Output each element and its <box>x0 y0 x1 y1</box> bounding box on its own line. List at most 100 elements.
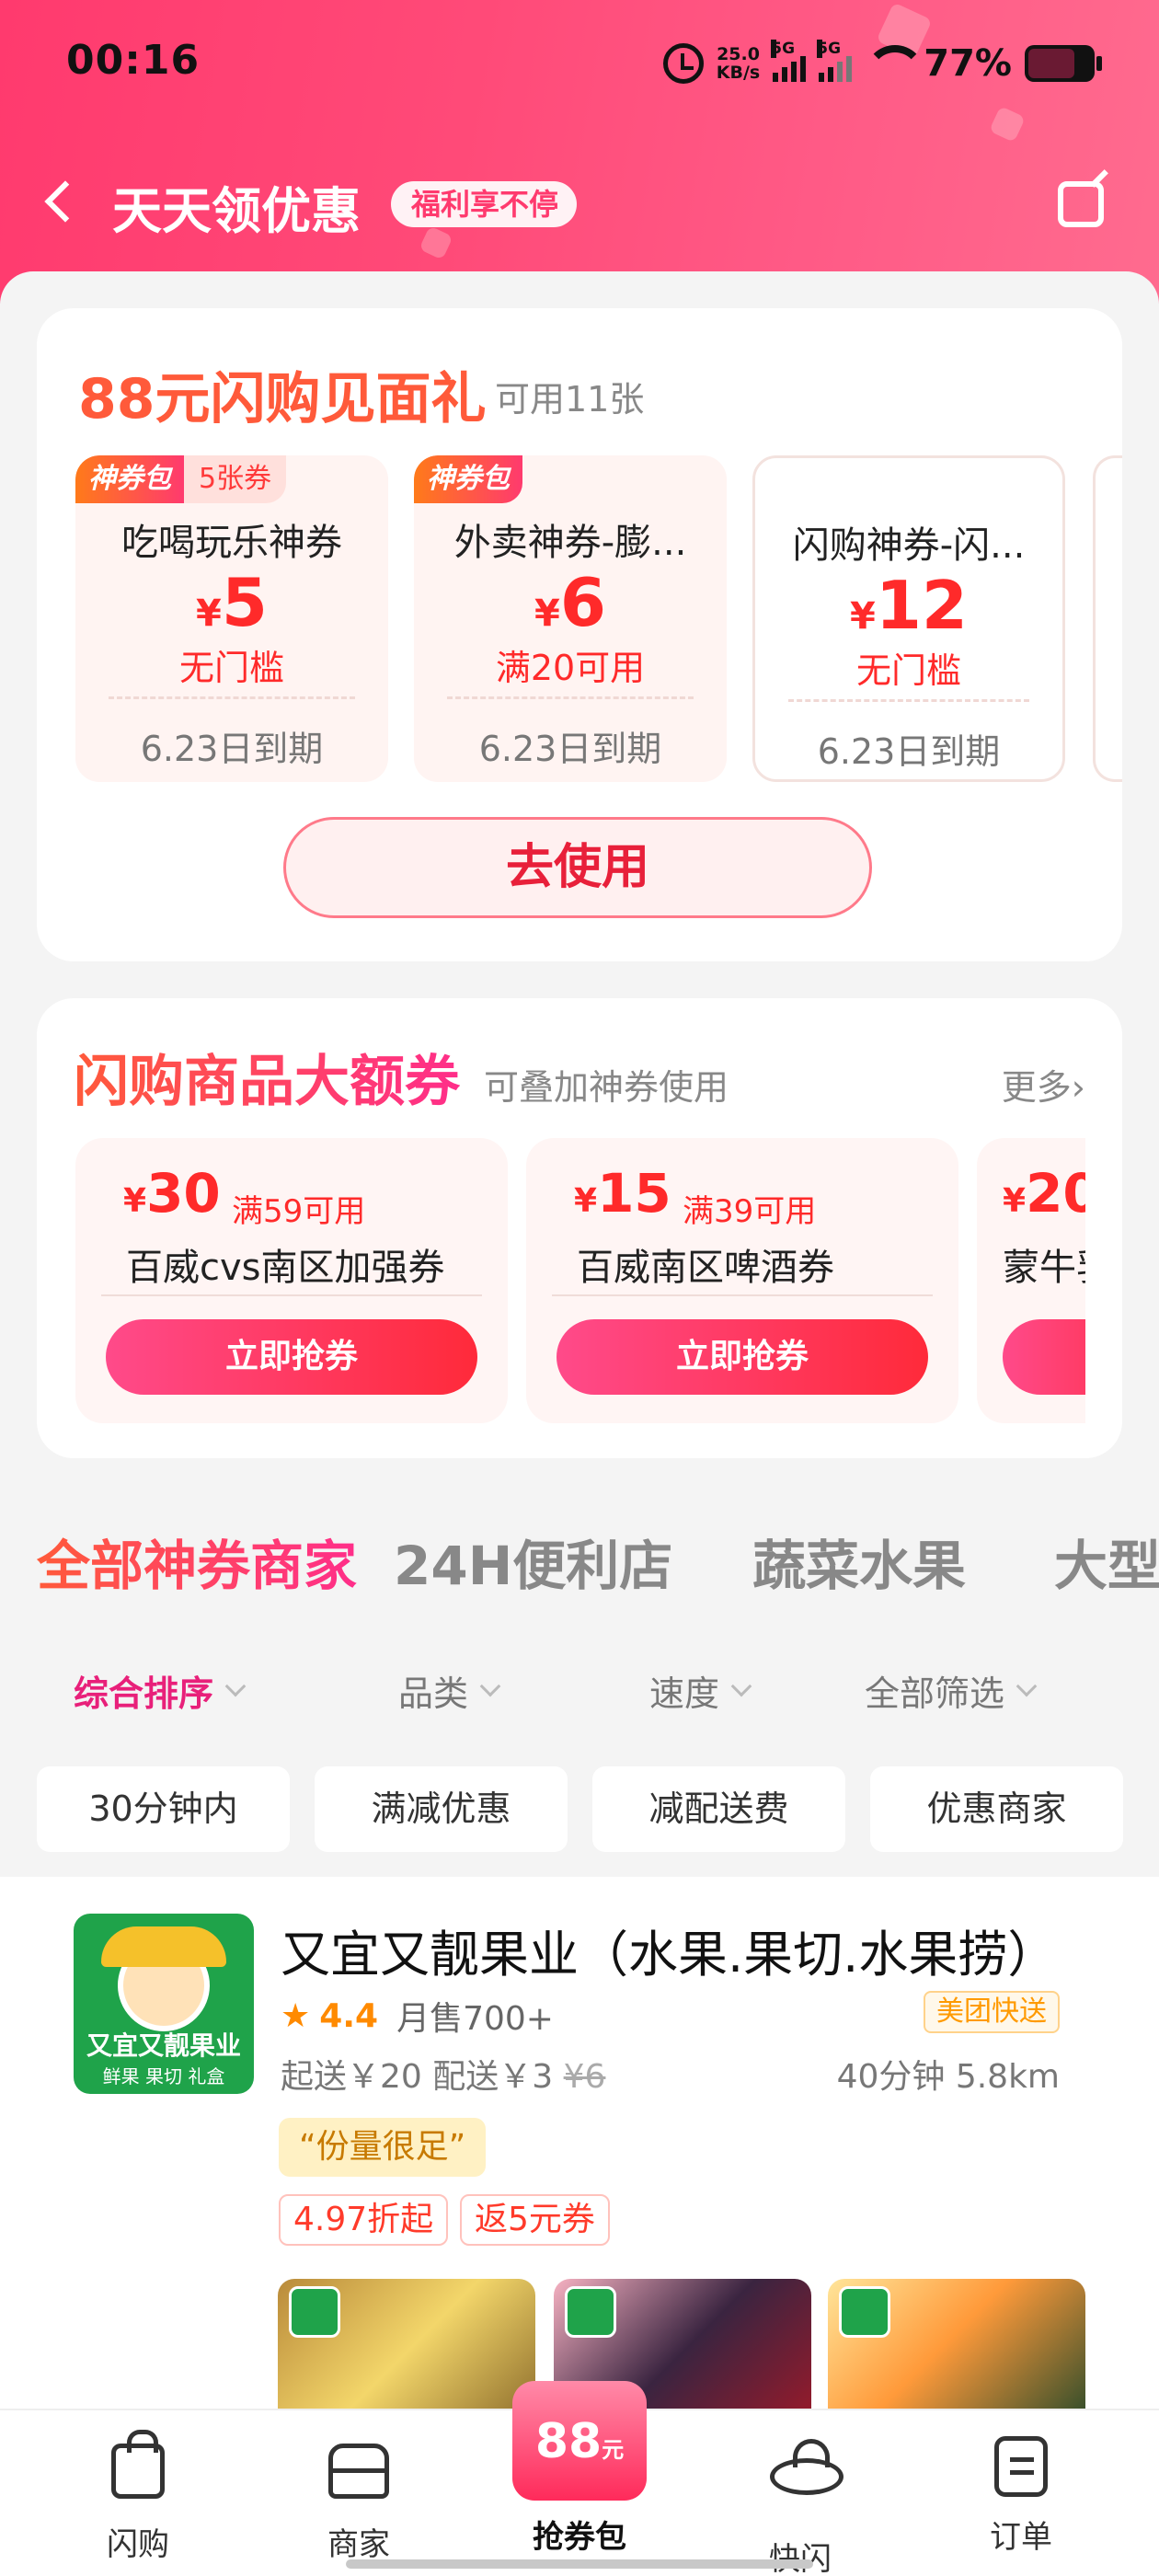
big-coupons-subtitle: 可叠加神券使用 <box>484 1067 729 1108</box>
status-time: 00:16 <box>66 37 201 84</box>
header-banner: 00:16 25.0 KB/s 5G 5G 77% 天天领优惠 福利享不停 <box>0 0 1159 304</box>
coupon-card-partial[interactable] <box>1093 455 1122 782</box>
chevron-down-icon <box>730 1675 752 1696</box>
min-order: 起送￥20 <box>281 2058 422 2096</box>
coupon-expiry: 6.23日到期 <box>817 731 1001 772</box>
battery-icon <box>1025 45 1102 82</box>
grab-coupon-button[interactable] <box>1003 1319 1085 1395</box>
signal-icon: 5G <box>771 40 807 82</box>
grab-coupon-button[interactable]: 立即抢券 <box>557 1319 928 1395</box>
currency-symbol: ¥ <box>534 592 560 635</box>
chip-30-min[interactable]: 30分钟内 <box>37 1766 290 1852</box>
chevron-down-icon <box>1016 1675 1038 1696</box>
review-quote: “份量很足” <box>279 2118 487 2177</box>
product-coupon-amount-value: 15 <box>597 1162 671 1225</box>
coupon-amount-value: 6 <box>559 564 606 641</box>
welcome-gift-card: 88元闪购见面礼 可用11张 神券包 5张券 吃喝玩乐神券 ¥5 无门槛 6.2… <box>37 308 1122 961</box>
sort-default[interactable]: 综合排序 <box>74 1665 247 1716</box>
chevron-down-icon <box>479 1675 501 1696</box>
grab-coupon-button[interactable]: 立即抢券 <box>106 1319 477 1395</box>
more-link[interactable]: 更多› <box>1002 1059 1085 1110</box>
product-coupon-name: 百威cvs南区加强券 <box>126 1247 445 1289</box>
divider <box>101 1294 482 1296</box>
tab-large[interactable]: 大型 <box>1054 1523 1159 1600</box>
tab-all-merchants[interactable]: 全部神券商家 <box>37 1523 357 1600</box>
page-title: 天天领优惠 <box>112 182 361 240</box>
net-speed-unit: KB/s <box>716 63 761 83</box>
order-list-icon <box>994 2436 1048 2497</box>
coupon-amount: ¥5 <box>75 564 388 641</box>
product-coupon-name: 蒙牛乳 <box>1003 1247 1085 1289</box>
nav-label: 订单 <box>990 2519 1052 2556</box>
network-speed: 25.0 KB/s <box>717 45 760 82</box>
share-icon[interactable] <box>1058 181 1104 227</box>
decor-sparkle <box>989 106 1026 143</box>
coupon-card[interactable]: 神券包 5张券 吃喝玩乐神券 ¥5 无门槛 6.23日到期 <box>75 455 388 782</box>
shopping-bag-icon <box>111 2430 165 2499</box>
back-icon[interactable] <box>44 180 86 223</box>
divider <box>788 699 1029 702</box>
chip-reduced-delivery[interactable]: 减配送费 <box>592 1766 845 1852</box>
currency-symbol: ¥ <box>849 595 876 638</box>
nav-merchants[interactable]: 商家 <box>285 2436 432 2564</box>
product-thumbnail[interactable] <box>278 2279 535 2426</box>
merchant-mini-logo <box>839 2286 890 2338</box>
nav-flash-purchase[interactable]: 闪购 <box>64 2430 212 2564</box>
coupon-badge-count: 5张券 <box>184 455 287 503</box>
network-type-label: 5G <box>817 40 842 58</box>
merchant-mini-logo <box>289 2286 340 2338</box>
coupon-name: 吃喝玩乐神券 <box>121 522 342 564</box>
original-fee: ¥6 <box>563 2058 606 2096</box>
sort-filter-all[interactable]: 全部筛选 <box>865 1665 1038 1716</box>
tab-vegetables-fruits[interactable]: 蔬菜水果 <box>752 1523 966 1600</box>
network-type-label: 5G <box>771 40 796 58</box>
sort-label: 综合排序 <box>74 1673 214 1714</box>
coupon-pack-amount-unit: 元 <box>602 2437 625 2463</box>
use-coupons-button[interactable]: 去使用 <box>283 817 872 918</box>
status-bar: 00:16 25.0 KB/s 5G 5G 77% <box>0 37 1159 101</box>
mascot-hat <box>101 1926 226 1967</box>
coupon-expiry: 6.23日到期 <box>478 729 662 769</box>
delivery-tag: 美团快送 <box>924 1991 1060 2033</box>
alarm-icon <box>662 43 704 84</box>
sort-label: 全部筛选 <box>865 1673 1005 1714</box>
coupon-name: 外卖神券-膨... <box>453 522 687 564</box>
coupon-card[interactable]: 神券包 外卖神券-膨... ¥6 满20可用 6.23日到期 <box>414 455 727 782</box>
coupon-badge: 神券包 <box>414 455 522 503</box>
rating-value: 4.4 <box>319 1996 379 2035</box>
chip-promo-merchants[interactable]: 优惠商家 <box>870 1766 1123 1852</box>
coupon-pack-button[interactable]: 88元 <box>501 2372 658 2510</box>
nav-label: 商家 <box>327 2526 390 2563</box>
merchant-fees: 起送￥20 配送￥3 ¥6 <box>281 2050 605 2098</box>
coupon-name: 闪购神券-闪... <box>792 524 1026 567</box>
chip-discount[interactable]: 满减优惠 <box>315 1766 568 1852</box>
title-tag: 福利享不停 <box>391 181 578 227</box>
product-thumbnail[interactable] <box>828 2279 1085 2426</box>
currency-symbol: ¥ <box>196 592 222 635</box>
product-coupon-card-partial[interactable]: ¥20 蒙牛乳 <box>977 1138 1085 1423</box>
sort-category[interactable]: 品类 <box>398 1665 501 1716</box>
merchant-rating: ★ 4.4 月售700+ <box>281 1992 554 2040</box>
coupon-amount-value: 12 <box>875 567 969 644</box>
coupon-pack-amount: 88元 <box>501 2414 658 2469</box>
chevron-down-icon <box>224 1675 247 1696</box>
currency-symbol: ¥ <box>123 1182 147 1220</box>
nav-quick-flash[interactable]: 快闪 <box>727 2436 874 2576</box>
divider <box>109 696 355 699</box>
store-icon <box>328 2444 389 2499</box>
nav-orders[interactable]: 订单 <box>947 2436 1095 2557</box>
product-coupon-card[interactable]: ¥30 满59可用 百威cvs南区加强券 立即抢券 <box>75 1138 508 1423</box>
merchant-name: 又宜又靓果业（水果.果切.水果捞） <box>281 1926 1058 1984</box>
product-coupon-card[interactable]: ¥15 满39可用 百威南区啤酒券 立即抢券 <box>526 1138 958 1423</box>
product-coupon-amount: ¥20 <box>1003 1162 1085 1225</box>
coupon-condition: 无门槛 <box>178 648 284 688</box>
coupon-card[interactable]: 闪购神券-闪... ¥12 无门槛 6.23日到期 <box>752 455 1065 782</box>
currency-symbol: ¥ <box>574 1182 598 1220</box>
tab-convenience-store[interactable]: 24H便利店 <box>394 1523 672 1600</box>
coupon-expiry: 6.23日到期 <box>140 729 324 769</box>
sort-speed[interactable]: 速度 <box>649 1665 752 1716</box>
currency-symbol: ¥ <box>1003 1182 1027 1220</box>
coupon-amount: ¥12 <box>755 567 1062 644</box>
product-coupon-amount-value: 30 <box>146 1162 221 1225</box>
net-speed-value: 25.0 <box>717 44 760 64</box>
